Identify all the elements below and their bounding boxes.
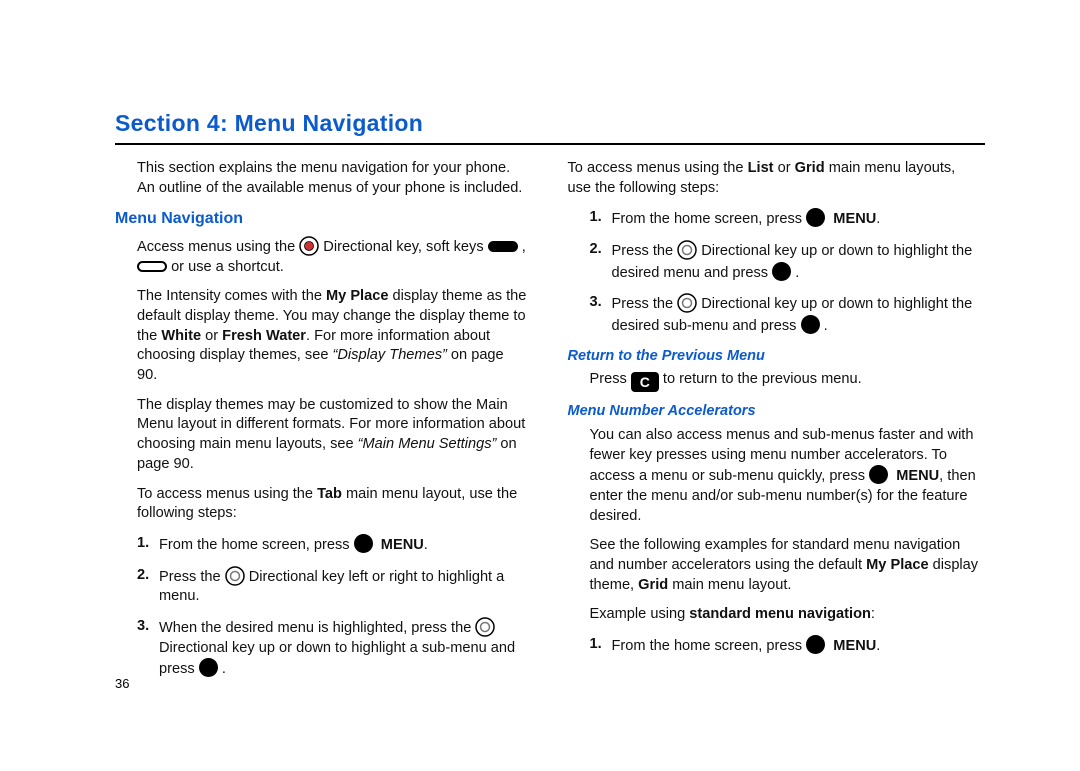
page-number: 36 [115, 676, 129, 691]
c-key-icon: C [631, 372, 659, 392]
text: . [824, 318, 828, 334]
text: The Intensity comes with the [137, 288, 326, 304]
text: Press [590, 371, 631, 387]
bold: My Place [326, 288, 388, 304]
cross-ref: “Main Menu Settings” [358, 436, 497, 452]
text: Access menus using the [137, 239, 299, 255]
text: To access menus using the [568, 160, 748, 176]
softkey-icon [488, 241, 518, 252]
bold: List [748, 160, 774, 176]
intro-text: This section explains the menu navigatio… [115, 159, 528, 198]
center-key-icon [806, 635, 825, 654]
text: to return to the previous menu. [663, 371, 862, 387]
bold: MENU [892, 468, 939, 484]
text: . [424, 537, 428, 553]
return-previous-heading: Return to the Previous Menu [568, 347, 981, 367]
step-1: From the home screen, press MENU. [590, 635, 981, 657]
directional-key-icon [475, 617, 495, 637]
text: Press the [612, 296, 678, 312]
directional-key-icon [677, 293, 697, 313]
text: Press the [612, 243, 678, 259]
center-key-icon [354, 534, 373, 553]
intensity-theme-text: The Intensity comes with the My Place di… [115, 287, 528, 385]
text: . [876, 211, 880, 227]
text: From the home screen, press [612, 638, 807, 654]
step-3: When the desired menu is highlighted, pr… [137, 617, 528, 680]
text: From the home screen, press [612, 211, 807, 227]
text: Example using [590, 606, 690, 622]
bold: MENU [829, 638, 876, 654]
list-grid-text: To access menus using the List or Grid m… [568, 159, 981, 198]
bold: Tab [317, 486, 342, 502]
step-2: Press the Directional key up or down to … [590, 240, 981, 283]
list-grid-steps: From the home screen, press MENU. Press … [568, 208, 981, 336]
access-menus-text: Access menus using the Directional key, … [115, 236, 528, 277]
text: : [871, 606, 875, 622]
cross-ref: “Display Themes” [333, 347, 447, 363]
bold: MENU [377, 537, 424, 553]
left-column: This section explains the menu navigatio… [115, 159, 528, 690]
title-rule [115, 143, 985, 145]
text: . [876, 638, 880, 654]
bold: Fresh Water [222, 328, 306, 344]
accelerators-text-1: You can also access menus and sub-menus … [568, 426, 981, 526]
text: Directional key, soft keys [323, 239, 487, 255]
bold: My Place [866, 557, 928, 573]
text: From the home screen, press [159, 537, 354, 553]
tab-steps: From the home screen, press MENU. Press … [115, 534, 528, 680]
text: or use a shortcut. [171, 259, 284, 275]
bold: Grid [795, 160, 825, 176]
step-3: Press the Directional key up or down to … [590, 293, 981, 336]
directional-key-icon [299, 236, 319, 256]
step-1: From the home screen, press MENU. [590, 208, 981, 230]
center-key-icon [806, 208, 825, 227]
right-column: To access menus using the List or Grid m… [568, 159, 981, 690]
text: or [774, 160, 795, 176]
accelerators-text-2: See the following examples for standard … [568, 536, 981, 595]
columns: This section explains the menu navigatio… [115, 159, 980, 690]
text: . [222, 661, 226, 677]
softkey-outline-icon [137, 261, 167, 272]
accelerators-heading: Menu Number Accelerators [568, 402, 981, 422]
bold: MENU [829, 211, 876, 227]
directional-key-icon [225, 566, 245, 586]
text: When the desired menu is highlighted, pr… [159, 620, 475, 636]
text: main menu layout. [668, 577, 791, 593]
center-key-icon [772, 262, 791, 281]
bold: White [161, 328, 201, 344]
text: , [522, 239, 526, 255]
text: . [795, 265, 799, 281]
bold: Grid [638, 577, 668, 593]
step-1: From the home screen, press MENU. [137, 534, 528, 556]
display-themes-text: The display themes may be customized to … [115, 396, 528, 475]
return-previous-text: Press C to return to the previous menu. [568, 370, 981, 392]
example-label: Example using standard menu navigation: [568, 605, 981, 625]
center-key-icon [801, 315, 820, 334]
tab-layout-text: To access menus using the Tab main menu … [115, 485, 528, 524]
example-steps: From the home screen, press MENU. [568, 635, 981, 657]
text: or [201, 328, 222, 344]
text: Press the [159, 569, 225, 585]
center-key-icon [199, 658, 218, 677]
text: To access menus using the [137, 486, 317, 502]
section-title: Section 4: Menu Navigation [115, 110, 980, 137]
menu-navigation-heading: Menu Navigation [115, 208, 528, 230]
directional-key-icon [677, 240, 697, 260]
step-2: Press the Directional key left or right … [137, 566, 528, 607]
center-key-icon [869, 465, 888, 484]
bold: standard menu navigation [689, 606, 871, 622]
